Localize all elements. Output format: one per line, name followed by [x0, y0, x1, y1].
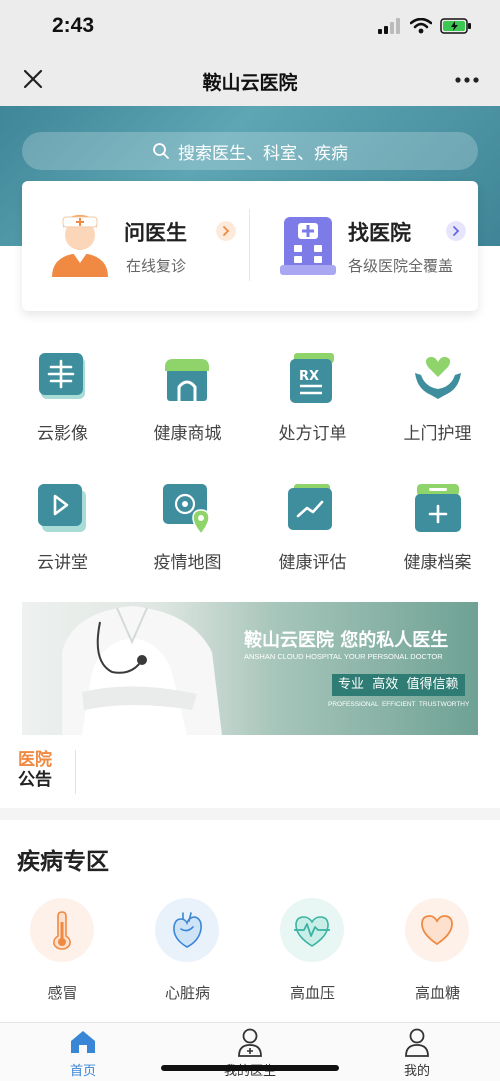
thermometer-icon — [53, 911, 71, 950]
heart-icon — [421, 915, 453, 946]
grid-item-cloud-lecture[interactable]: 云讲堂 — [0, 484, 125, 584]
xray-icon — [39, 353, 85, 399]
find-hospital-entry[interactable]: 找医院 各级医院全覆盖 — [250, 209, 478, 289]
wifi-icon — [410, 18, 432, 34]
status-time: 2:43 — [52, 14, 95, 37]
chart-icon — [288, 484, 332, 530]
banner-tag-en: PROFESSIONAL EFFICIENT TRUSTWORTHY — [328, 701, 470, 708]
doctor-icon — [238, 1028, 262, 1057]
doctor-photo — [62, 606, 222, 735]
disease-section-title: 疾病专区 — [17, 849, 109, 875]
grid-label: 云讲堂 — [37, 553, 88, 573]
navbar: 鞍山云医院 — [0, 56, 500, 106]
disease-icon-bg — [30, 898, 94, 962]
disease-icon-bg — [280, 898, 344, 962]
tab-label: 首页 — [69, 1064, 96, 1079]
chevron-right-icon — [446, 221, 466, 241]
profile-icon — [405, 1028, 429, 1057]
grid-label: 上门护理 — [403, 424, 472, 444]
disease-item-heart-disease[interactable]: 心脏病 — [125, 898, 250, 1008]
tab-home[interactable]: 首页 — [0, 1023, 166, 1082]
ask-doctor-subtitle: 在线复诊 — [126, 257, 187, 275]
status-icons — [378, 18, 472, 34]
tab-bar: 首页 我的医生 我的 — [0, 1022, 500, 1081]
map-pin-icon — [163, 484, 210, 534]
shop-icon — [165, 359, 209, 401]
grid-item-cloud-imaging[interactable]: 云影像 — [0, 353, 125, 453]
search-bar[interactable]: 搜索医生、科室、疾病 — [22, 132, 478, 170]
notice-line1: 医院 — [18, 750, 52, 770]
banner-tag: 专业 高效 值得信赖 — [332, 674, 465, 696]
disease-label: 心脏病 — [164, 984, 210, 1002]
grid-item-epidemic-map[interactable]: 疫情地图 — [125, 484, 250, 584]
grid-item-health-records[interactable]: 健康档案 — [375, 484, 500, 584]
ask-doctor-entry[interactable]: 问医生 在线复诊 — [22, 209, 249, 289]
heart-pulse-icon — [294, 916, 330, 947]
signal-icon — [378, 18, 400, 34]
disease-item-hyperglycemia[interactable]: 高血糖 — [375, 898, 500, 1008]
svg-text:RX: RX — [299, 369, 319, 384]
disease-label: 高血压 — [289, 984, 335, 1002]
status-bar: 2:43 — [0, 0, 500, 56]
disease-item-hypertension[interactable]: 高血压 — [250, 898, 375, 1008]
care-hands-icon — [415, 356, 461, 399]
chevron-right-icon — [216, 221, 236, 241]
grid-label: 处方订单 — [278, 424, 347, 444]
grid-item-home-nursing[interactable]: 上门护理 — [375, 353, 500, 453]
tab-profile[interactable]: 我的 — [334, 1023, 500, 1082]
grid-item-prescription-orders[interactable]: RX 处方订单 — [250, 353, 375, 453]
grid-label: 健康档案 — [403, 553, 472, 573]
search-icon — [153, 143, 169, 159]
disease-label: 高血糖 — [414, 984, 460, 1002]
play-icon — [38, 484, 86, 532]
grid-label: 健康商城 — [153, 424, 222, 444]
section-separator — [0, 808, 500, 820]
notice-divider — [75, 750, 76, 794]
grid-label: 云影像 — [37, 424, 88, 444]
tab-label: 我的 — [403, 1064, 430, 1079]
ask-doctor-title: 问医生 — [124, 221, 187, 245]
grid-item-health-assessment[interactable]: 健康评估 — [250, 484, 375, 584]
find-hospital-title: 找医院 — [348, 221, 411, 245]
disease-item-cold[interactable]: 感冒 — [0, 898, 125, 1008]
search-placeholder: 搜索医生、科室、疾病 — [178, 143, 348, 164]
banner-subtitle: ANSHAN CLOUD HOSPITAL YOUR PERSONAL DOCT… — [244, 652, 443, 661]
home-indicator — [161, 1065, 339, 1071]
hospital-icon — [280, 217, 336, 275]
grid-label: 疫情地图 — [153, 553, 222, 573]
disease-icon-bg — [155, 898, 219, 962]
page-title: 鞍山云医院 — [202, 72, 298, 94]
hospital-notice[interactable]: 医院 公告 — [18, 750, 76, 796]
notice-line2: 公告 — [18, 770, 52, 790]
heart-organ-icon — [173, 912, 202, 948]
promo-banner[interactable]: 鞍山云医院 您的私人医生 ANSHAN CLOUD HOSPITAL YOUR … — [22, 602, 478, 735]
find-hospital-subtitle: 各级医院全覆盖 — [348, 257, 454, 275]
grid-item-health-mall[interactable]: 健康商城 — [125, 353, 250, 453]
quick-access-card: 问医生 在线复诊 找医院 各级医院全覆盖 — [22, 181, 478, 311]
disease-label: 感冒 — [47, 984, 78, 1002]
more-icon[interactable] — [454, 70, 480, 90]
battery-icon — [440, 18, 471, 34]
tab-my-doctor[interactable]: 我的医生 — [167, 1023, 333, 1082]
banner-title: 鞍山云医院 您的私人医生 — [244, 630, 449, 651]
medical-folder-icon — [415, 484, 461, 532]
home-icon — [71, 1031, 95, 1053]
prescription-icon: RX — [290, 353, 334, 403]
disease-icon-bg — [405, 898, 469, 962]
grid-label: 健康评估 — [278, 553, 347, 573]
doctor-avatar-icon — [52, 215, 108, 277]
